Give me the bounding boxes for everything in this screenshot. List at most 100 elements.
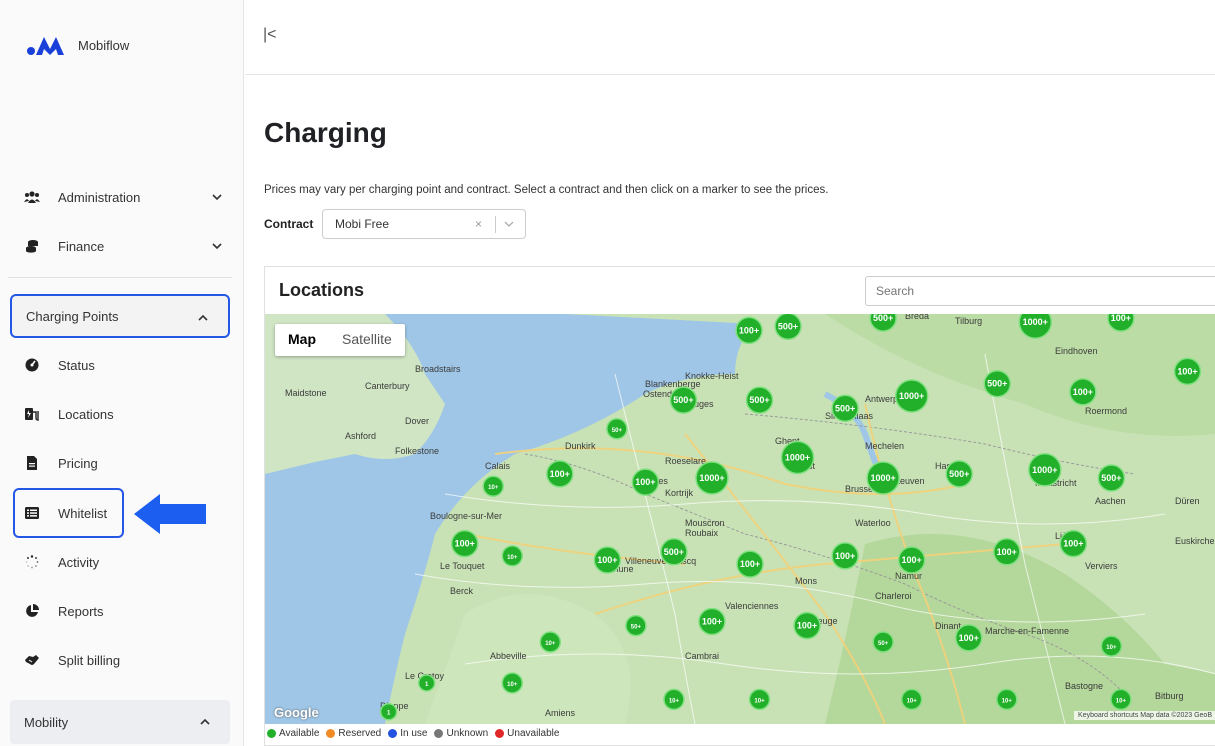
city-label: Folkestone [395, 446, 439, 456]
sidebar-item-reports[interactable]: Reports [14, 593, 230, 629]
map-tab[interactable]: Map [275, 324, 329, 356]
cluster-marker[interactable]: 100+ [736, 550, 764, 578]
svg-text:500+: 500+ [987, 379, 1007, 389]
cluster-marker[interactable]: 10+ [482, 475, 504, 497]
collapse-sidebar-icon[interactable]: |< [263, 26, 277, 44]
sidebar-item-status[interactable]: Status [14, 347, 230, 383]
select-separator [495, 216, 496, 233]
cluster-marker[interactable]: 500+ [669, 386, 698, 414]
sidebar-divider [8, 277, 232, 278]
cluster-marker[interactable]: 100+ [1059, 529, 1088, 558]
svg-text:500+: 500+ [835, 403, 855, 413]
cluster-marker[interactable]: 100+ [993, 538, 1021, 566]
cluster-marker[interactable]: 100+ [631, 468, 660, 496]
page-description: Prices may vary per charging point and c… [264, 184, 829, 196]
cluster-marker[interactable]: 1000+ [1028, 453, 1062, 487]
cluster-marker[interactable]: 100+ [546, 460, 574, 488]
legend-label: Unavailable [507, 728, 560, 739]
sidebar-item-administration[interactable]: Administration [14, 179, 230, 215]
cluster-marker[interactable]: 500+ [1097, 464, 1126, 492]
cluster-marker[interactable]: 100+ [593, 546, 622, 574]
satellite-tab[interactable]: Satellite [329, 324, 405, 356]
cluster-marker[interactable]: 100+ [450, 529, 479, 558]
cluster-marker[interactable]: 1000+ [894, 379, 929, 413]
cluster-marker[interactable]: 50+ [625, 614, 647, 637]
brand[interactable]: Mobiflow [26, 34, 129, 56]
cluster-marker[interactable]: 1000+ [1018, 314, 1053, 339]
cluster-marker[interactable]: 50+ [872, 631, 894, 653]
cluster-marker[interactable]: 100+ [1173, 357, 1202, 386]
cluster-marker[interactable]: 100+ [793, 611, 821, 640]
cluster-marker[interactable]: 500+ [831, 394, 859, 423]
cluster-marker[interactable]: 10+ [1110, 688, 1132, 711]
city-label: Abbeville [490, 651, 527, 661]
legend-dot [388, 729, 398, 738]
sidebar-item-pricing[interactable]: Pricing [14, 445, 230, 481]
cluster-marker[interactable]: 100+ [831, 542, 859, 570]
cluster-marker[interactable]: 10+ [663, 688, 685, 711]
svg-text:1000+: 1000+ [785, 453, 810, 463]
cluster-marker[interactable]: 1000+ [695, 461, 729, 495]
map[interactable]: Breda Tilburg Eindhoven Knokke-Heist Blanken… [265, 314, 1215, 724]
svg-text:100+: 100+ [835, 551, 855, 561]
cluster-marker[interactable]: 500+ [745, 386, 774, 414]
city-label: Mechelen [865, 441, 904, 451]
svg-text:100+: 100+ [1177, 366, 1197, 376]
cluster-marker[interactable]: 500+ [660, 538, 688, 566]
cluster-marker[interactable]: 100+ [735, 316, 763, 345]
locations-card: Locations Search Breda Tilburg Eindhoven… [264, 266, 1215, 746]
contract-select[interactable]: Mobi Free × [322, 209, 526, 239]
cluster-marker[interactable]: 500+ [774, 314, 802, 341]
sidebar-item-locations[interactable]: Locations [14, 396, 230, 432]
map-canvas[interactable]: Breda TilburgEindhovenKnokke-HeistBlanken… [265, 314, 1215, 724]
cluster-marker[interactable]: 1 [417, 674, 436, 692]
cluster-marker[interactable]: 1000+ [780, 440, 815, 475]
city-label: Broadstairs [415, 364, 461, 374]
city-label: Mouscron [685, 518, 725, 528]
city-label: Calais [485, 461, 511, 471]
sidebar-item-label: Finance [58, 238, 105, 254]
cluster-marker[interactable]: 10+ [900, 688, 923, 711]
cluster-marker[interactable]: 1 [379, 702, 398, 721]
cluster-marker[interactable]: 500+ [983, 369, 1012, 398]
search-input[interactable] [865, 276, 1215, 306]
city-label: Roeselare [665, 456, 706, 466]
cluster-marker[interactable]: 10+ [1100, 635, 1123, 657]
city-label: Eindhoven [1055, 346, 1098, 356]
sidebar-item-label: Administration [58, 189, 141, 205]
svg-text:100+: 100+ [597, 555, 617, 565]
cluster-marker[interactable]: 50+ [606, 418, 628, 440]
svg-text:1000+: 1000+ [899, 391, 924, 401]
cluster-marker[interactable]: 10+ [501, 545, 524, 567]
cluster-marker[interactable]: 100+ [954, 624, 983, 652]
sidebar-group-mobility[interactable]: Mobility [10, 700, 230, 744]
svg-text:10+: 10+ [669, 698, 680, 704]
cluster-marker[interactable]: 1000+ [866, 461, 900, 495]
sidebar-item-finance[interactable]: Finance [14, 228, 230, 264]
cluster-marker[interactable]: 10+ [539, 631, 562, 653]
svg-text:100+: 100+ [797, 621, 817, 631]
chevron-down-icon[interactable] [503, 220, 515, 228]
map-attribution[interactable]: Keyboard shortcuts Map data ©2023 GeoB [1074, 711, 1215, 720]
cluster-marker[interactable]: 10+ [501, 672, 524, 694]
status-legend: Available Reserved In use Unknown Unavai… [267, 728, 559, 739]
svg-text:100+: 100+ [550, 469, 570, 479]
clear-icon[interactable]: × [475, 217, 482, 231]
svg-text:500+: 500+ [749, 395, 769, 405]
cluster-marker[interactable]: 100+ [1069, 378, 1097, 406]
cluster-marker[interactable]: 100+ [698, 607, 726, 636]
city-label: Bastogne [1065, 681, 1103, 691]
city-label: Amiens [545, 708, 576, 718]
pie-chart-icon [22, 602, 42, 620]
sidebar-group-charging-points[interactable]: Charging Points [10, 294, 230, 338]
map-type-toggle[interactable]: Map Satellite [275, 324, 405, 356]
city-label: Verviers [1085, 561, 1118, 571]
cluster-marker[interactable]: 500+ [945, 460, 973, 488]
sidebar-item-split-billing[interactable]: Split billing [14, 642, 230, 678]
legend-unknown: Unknown [434, 728, 488, 739]
cluster-marker[interactable]: 10+ [748, 688, 771, 711]
city-label: Breda [905, 314, 929, 321]
cluster-marker[interactable]: 100+ [897, 546, 926, 574]
sidebar-item-activity[interactable]: Activity [14, 544, 230, 580]
cluster-marker[interactable]: 10+ [996, 688, 1018, 711]
